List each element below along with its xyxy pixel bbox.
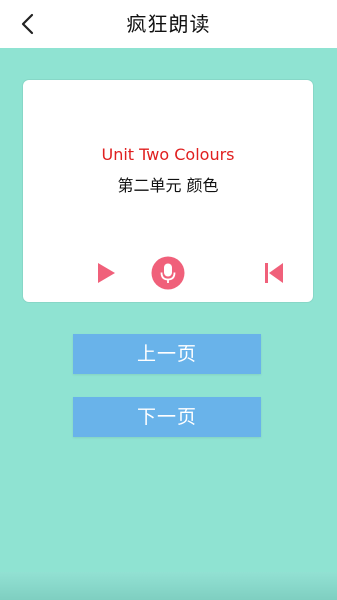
restart-button[interactable] — [257, 256, 291, 290]
play-icon — [98, 263, 115, 283]
skip-previous-icon — [265, 263, 283, 283]
play-button[interactable] — [89, 256, 123, 290]
record-button[interactable] — [151, 256, 185, 290]
previous-page-button[interactable]: 上一页 — [73, 334, 261, 374]
chinese-text: 第二单元 颜色 — [117, 176, 219, 195]
microphone-icon — [151, 256, 185, 290]
english-text: Unit Two Colours — [101, 145, 235, 164]
bottom-bar — [0, 572, 337, 600]
next-page-button[interactable]: 下一页 — [73, 397, 261, 437]
page-title: 疯狂朗读 — [126, 12, 211, 36]
reading-card: Unit Two Colours 第二单元 颜色 — [23, 80, 313, 302]
app-header: 疯狂朗读 — [0, 0, 337, 48]
